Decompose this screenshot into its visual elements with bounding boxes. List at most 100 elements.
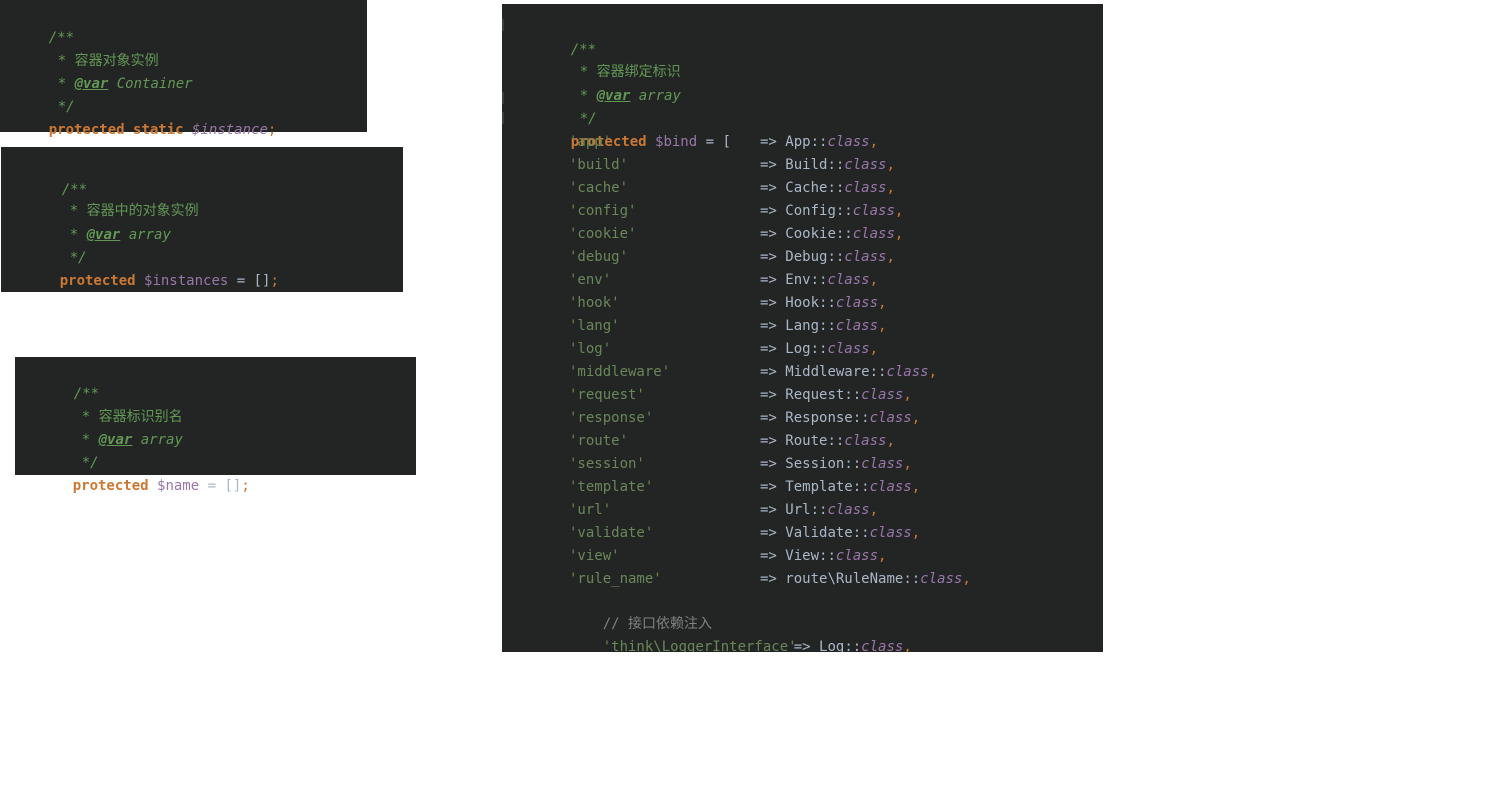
entry-key: 'middleware': [569, 364, 671, 380]
entry-key: 'rule_name': [569, 571, 662, 587]
array-entry: 'request': [569, 384, 645, 407]
entry-class: Env: [785, 272, 811, 288]
comma: ,: [911, 410, 921, 426]
property-name: $name: [157, 478, 200, 494]
arrow-operator: =>: [760, 180, 786, 196]
semicolon: ;: [267, 122, 277, 138]
class-keyword: class: [827, 502, 870, 518]
code-snippet-name: /** * 容器标识别名 * @var array */ protected $…: [15, 357, 416, 494]
class-keyword: class: [844, 433, 887, 449]
arrow-operator: =>: [760, 479, 786, 495]
comment-line: */: [546, 85, 597, 127]
comment-line: /**: [15, 4, 74, 46]
class-keyword: class: [844, 180, 887, 196]
class-keyword: class: [869, 410, 912, 426]
comma: ,: [878, 548, 887, 564]
entry-class: route\RuleName: [785, 571, 904, 587]
doc-tag-var: @var: [74, 76, 109, 92]
class-keyword: class: [844, 157, 887, 173]
scope-operator: ::: [903, 571, 921, 587]
class-keyword: class: [861, 639, 904, 652]
scope-operator: ::: [852, 479, 870, 495]
property-name: $bind: [655, 134, 698, 150]
doc-type: array: [128, 227, 171, 243]
entry-class: Cookie: [785, 226, 836, 242]
scope-operator: ::: [852, 410, 870, 426]
arrow-operator: =>: [760, 272, 786, 288]
entry-key: 'request': [569, 387, 645, 403]
scope-operator: ::: [869, 364, 887, 380]
array-entry-value: => Lang::class,: [760, 315, 886, 338]
arrow-operator: =>: [760, 134, 786, 150]
array-entry-value: => Log::class,: [760, 338, 878, 361]
array-entry: 'response': [569, 407, 653, 430]
arrow-operator: =>: [760, 548, 786, 564]
entry-key: 'env': [569, 272, 612, 288]
comment-line: */: [48, 429, 99, 471]
array-entry-value: => Middleware::class,: [760, 361, 937, 384]
class-keyword: class: [861, 387, 904, 403]
array-entry-value: => Request::class,: [760, 384, 912, 407]
array-entry: 'lang': [569, 315, 620, 338]
entry-key: 'validate': [569, 525, 654, 541]
arrow-operator: =>: [760, 203, 786, 219]
array-entry-value: => Debug::class,: [760, 246, 895, 269]
scope-operator: ::: [835, 203, 853, 219]
keyword-protected: protected: [48, 122, 125, 138]
assign-operator: = [: [697, 134, 731, 150]
array-entry: 'build': [569, 154, 628, 177]
comma: ,: [886, 180, 895, 196]
entry-class: Template: [785, 479, 853, 495]
comment-line: * 容器标识别名: [48, 383, 183, 425]
comma: ,: [894, 226, 904, 242]
class-keyword: class: [835, 318, 879, 334]
scope-operator: ::: [810, 134, 828, 150]
class-keyword: class: [852, 226, 895, 242]
scope-operator: ::: [810, 272, 828, 288]
entry-class: App: [785, 134, 811, 150]
array-entry-value: => Validate::class,: [760, 522, 920, 545]
array-entry-value: => App::class,: [760, 131, 878, 154]
array-entry-value: => Hook::class,: [760, 292, 886, 315]
comment-line: * @var array: [546, 62, 681, 104]
scope-operator: ::: [819, 295, 836, 311]
comment-line: */: [36, 224, 87, 266]
array-entry: 'cookie': [569, 223, 636, 246]
arrow-operator: =>: [760, 456, 786, 472]
array-entry-value: => route\RuleName::class,: [760, 568, 971, 591]
comma: ,: [878, 295, 887, 311]
scope-operator: ::: [835, 226, 853, 242]
array-entry-value: => Url::class,: [760, 499, 878, 522]
arrow-operator: =>: [760, 249, 786, 265]
entry-key: 'template': [569, 479, 654, 495]
comment-line: * @var Container: [24, 50, 193, 92]
entry-key: 'cookie': [569, 226, 637, 242]
assign-operator: =: [199, 478, 225, 494]
comment-line: /**: [28, 156, 87, 198]
array-entry: 'validate': [569, 522, 653, 545]
scope-operator: ::: [819, 318, 836, 334]
entry-class: Config: [785, 203, 836, 219]
entry-key: 'hook': [569, 295, 620, 311]
arrow-operator: =>: [760, 341, 786, 357]
entry-key: 'config': [569, 203, 637, 219]
scope-operator: ::: [844, 456, 862, 472]
arrow-operator: =>: [760, 433, 786, 449]
arrow-operator: =>: [760, 410, 786, 426]
entry-class: Lang: [785, 318, 820, 334]
keyword-static: static: [133, 122, 184, 138]
doc-type: array: [140, 432, 183, 448]
comment-line: * @var array: [36, 201, 171, 243]
comma: ,: [903, 456, 912, 472]
array-entry: 'view': [569, 545, 620, 568]
class-keyword: class: [869, 525, 912, 541]
code-snippet-instance: /** * 容器对象实例 * @var Container */ protect…: [0, 0, 367, 138]
entry-class: Log: [819, 639, 845, 652]
array-literal: []: [253, 273, 271, 289]
arrow-operator: =>: [760, 571, 786, 587]
array-entry: 'template': [569, 476, 653, 499]
doc-type: array: [638, 88, 681, 104]
entry-class: Hook: [785, 295, 820, 311]
entry-class: Log: [785, 341, 811, 357]
class-keyword: class: [835, 295, 879, 311]
